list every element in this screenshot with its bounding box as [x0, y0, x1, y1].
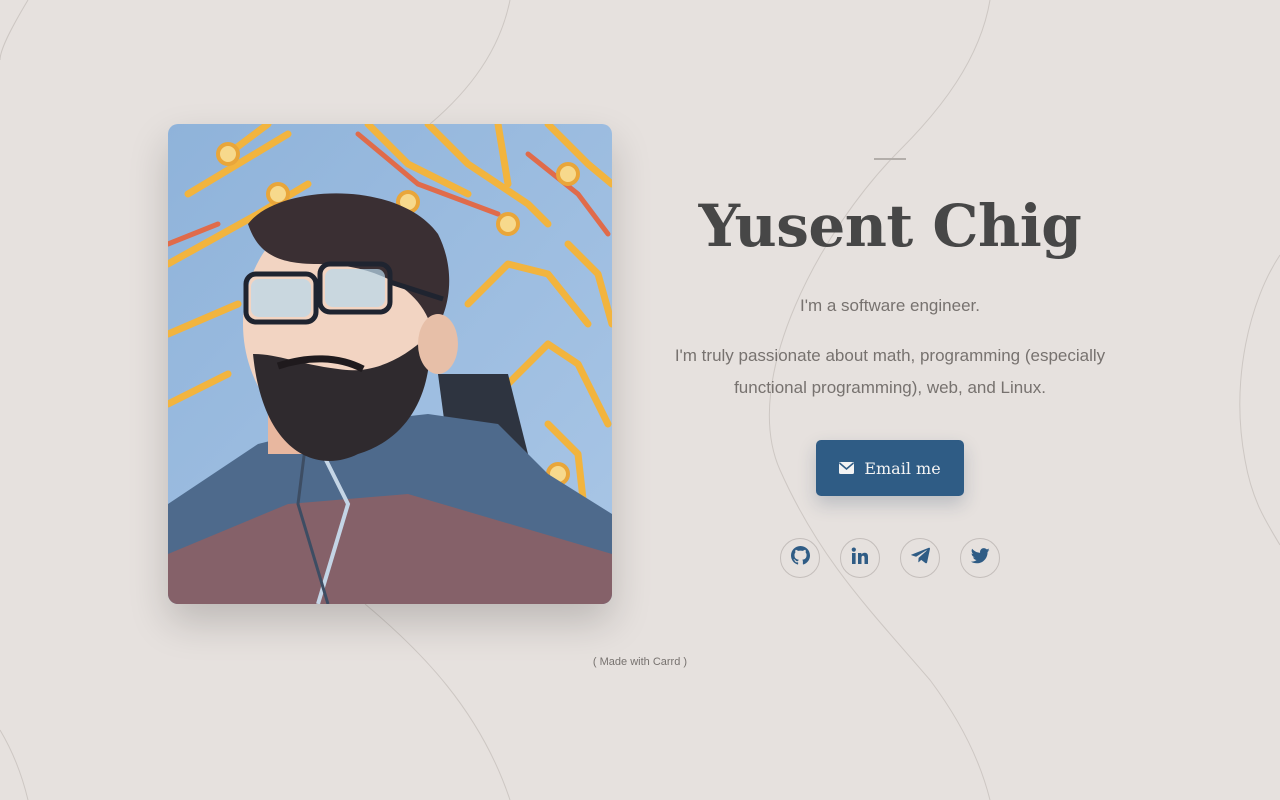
- telegram-icon: [910, 547, 930, 569]
- github-icon: [790, 546, 810, 570]
- envelope-icon: [839, 459, 855, 478]
- social-links: [780, 538, 1000, 578]
- twitter-icon: [970, 547, 990, 569]
- page-title: Yusent Chig: [698, 192, 1082, 260]
- twitter-link[interactable]: [960, 538, 1000, 578]
- tagline-text: I'm a software engineer.: [800, 296, 980, 315]
- bio-text: I'm truly passionate about math, program…: [674, 346, 1106, 397]
- email-me-label: Email me: [864, 458, 941, 478]
- telegram-link[interactable]: [900, 538, 940, 578]
- github-link[interactable]: [780, 538, 820, 578]
- linkedin-icon: [851, 547, 869, 570]
- email-me-button[interactable]: Email me: [816, 440, 964, 496]
- profile-photo: [168, 124, 612, 604]
- title-divider: [874, 158, 906, 160]
- linkedin-link[interactable]: [840, 538, 880, 578]
- footer-credit[interactable]: ( Made with Carrd ): [540, 656, 740, 668]
